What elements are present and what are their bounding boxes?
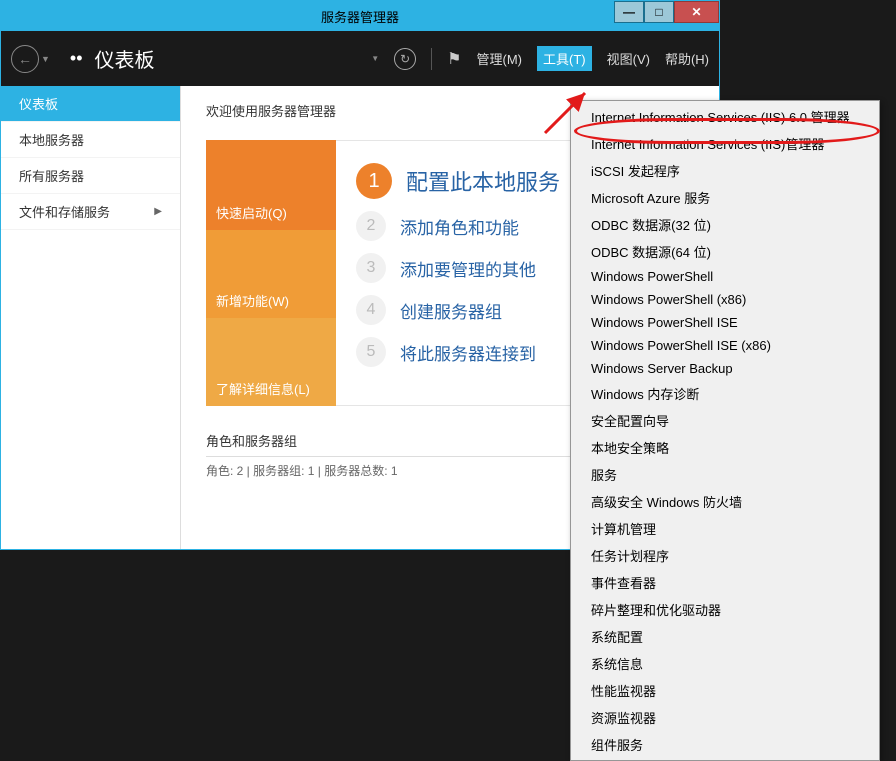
menu-tools[interactable]: 工具(T) bbox=[537, 46, 592, 71]
sidebar-item-label: 文件和存储服务 bbox=[19, 202, 110, 221]
maximize-button[interactable]: □ bbox=[644, 1, 674, 23]
tile-label: 快速启动(Q) bbox=[216, 203, 287, 222]
minimize-button[interactable]: — bbox=[614, 1, 644, 23]
tile-whatsnew[interactable]: 新增功能(W) bbox=[206, 230, 336, 318]
tools-menu-item[interactable]: Windows Server Backup bbox=[571, 357, 879, 380]
menu-manage[interactable]: 管理(M) bbox=[477, 49, 523, 68]
window-title: 服务器管理器 bbox=[321, 7, 399, 26]
sidebar-item-local-server[interactable]: 本地服务器 bbox=[1, 122, 180, 158]
sidebar-item-label: 仪表板 bbox=[19, 94, 58, 113]
maximize-icon: □ bbox=[655, 5, 662, 19]
refresh-button[interactable]: ↻ bbox=[394, 48, 416, 70]
tools-menu-item[interactable]: 性能监视器 bbox=[571, 677, 879, 704]
refresh-icon: ↻ bbox=[400, 52, 410, 66]
step-label: 配置此本地服务 bbox=[406, 165, 560, 197]
step-number: 4 bbox=[356, 295, 386, 325]
menu-view[interactable]: 视图(V) bbox=[607, 49, 650, 68]
tools-menu-item[interactable]: 任务计划程序 bbox=[571, 542, 879, 569]
step-number: 1 bbox=[356, 163, 392, 199]
tools-menu-item[interactable]: Windows PowerShell bbox=[571, 265, 879, 288]
tile-label: 新增功能(W) bbox=[216, 291, 289, 310]
back-button[interactable]: ← bbox=[11, 45, 39, 73]
tile-learnmore[interactable]: 了解详细信息(L) bbox=[206, 318, 336, 406]
sidebar: 仪表板 本地服务器 所有服务器 文件和存储服务 ▶ bbox=[1, 86, 181, 549]
tools-dropdown[interactable]: Internet Information Services (IIS) 6.0 … bbox=[570, 100, 880, 761]
titlebar[interactable]: 服务器管理器 — □ ✕ bbox=[1, 1, 719, 31]
menu-help[interactable]: 帮助(H) bbox=[665, 49, 709, 68]
tools-menu-item[interactable]: iSCSI 发起程序 bbox=[571, 157, 879, 184]
tools-menu-item[interactable]: ODBC 数据源(32 位) bbox=[571, 211, 879, 238]
arrow-left-icon: ← bbox=[18, 51, 32, 67]
chevron-down-icon[interactable]: ▼ bbox=[371, 54, 379, 63]
step-number: 5 bbox=[356, 337, 386, 367]
sidebar-item-file-storage[interactable]: 文件和存储服务 ▶ bbox=[1, 194, 180, 230]
tools-menu-item[interactable]: 服务 bbox=[571, 461, 879, 488]
step-number: 3 bbox=[356, 253, 386, 283]
chevron-right-icon: ▶ bbox=[154, 206, 162, 217]
tools-menu-item[interactable]: 资源监视器 bbox=[571, 704, 879, 731]
sidebar-item-dashboard[interactable]: 仪表板 bbox=[1, 86, 180, 122]
nav-dropdown-icon[interactable]: ▼ bbox=[41, 54, 50, 64]
tools-menu-item[interactable]: 系统信息 bbox=[571, 650, 879, 677]
tools-menu-item[interactable]: Windows PowerShell (x86) bbox=[571, 288, 879, 311]
tools-menu-item[interactable]: 碎片整理和优化驱动器 bbox=[571, 596, 879, 623]
tools-menu-item[interactable]: 计算机管理 bbox=[571, 515, 879, 542]
tile-label: 了解详细信息(L) bbox=[216, 379, 310, 398]
tools-menu-item[interactable]: 高级安全 Windows 防火墙 bbox=[571, 488, 879, 515]
tools-menu-item[interactable]: ODBC 数据源(64 位) bbox=[571, 238, 879, 265]
minimize-icon: — bbox=[623, 5, 635, 19]
tools-menu-item[interactable]: Microsoft Azure 服务 bbox=[571, 184, 879, 211]
sidebar-item-label: 所有服务器 bbox=[19, 166, 84, 185]
annotation-circle-icon bbox=[574, 118, 880, 144]
close-button[interactable]: ✕ bbox=[674, 1, 719, 23]
step-label: 将此服务器连接到 bbox=[400, 340, 536, 365]
step-label: 添加要管理的其他 bbox=[400, 256, 536, 281]
separator bbox=[431, 48, 432, 70]
step-number: 2 bbox=[356, 211, 386, 241]
tools-menu-item[interactable]: 本地安全策略 bbox=[571, 434, 879, 461]
breadcrumb-bullet-icon: •• bbox=[70, 48, 83, 69]
tools-menu-item[interactable]: Windows 内存诊断 bbox=[571, 380, 879, 407]
sidebar-item-label: 本地服务器 bbox=[19, 130, 84, 149]
close-icon: ✕ bbox=[691, 5, 701, 19]
step-label: 添加角色和功能 bbox=[400, 214, 519, 239]
tools-menu-item[interactable]: 安全配置向导 bbox=[571, 407, 879, 434]
tools-menu-item[interactable]: 系统配置 bbox=[571, 623, 879, 650]
toolbar: ← ▼ •• 仪表板 ▼ ↻ ⚑ 管理(M) 工具(T) 视图(V) 帮助(H) bbox=[1, 31, 719, 86]
tools-menu-item[interactable]: Windows PowerShell ISE bbox=[571, 311, 879, 334]
page-title: 仪表板 bbox=[95, 44, 155, 73]
tools-menu-item[interactable]: Windows PowerShell ISE (x86) bbox=[571, 334, 879, 357]
flag-icon[interactable]: ⚑ bbox=[447, 49, 461, 69]
tile-quickstart[interactable]: 快速启动(Q) bbox=[206, 140, 336, 230]
tools-menu-item[interactable]: 组件服务 bbox=[571, 731, 879, 758]
sidebar-item-all-servers[interactable]: 所有服务器 bbox=[1, 158, 180, 194]
step-label: 创建服务器组 bbox=[400, 298, 502, 323]
tools-menu-item[interactable]: 事件查看器 bbox=[571, 569, 879, 596]
